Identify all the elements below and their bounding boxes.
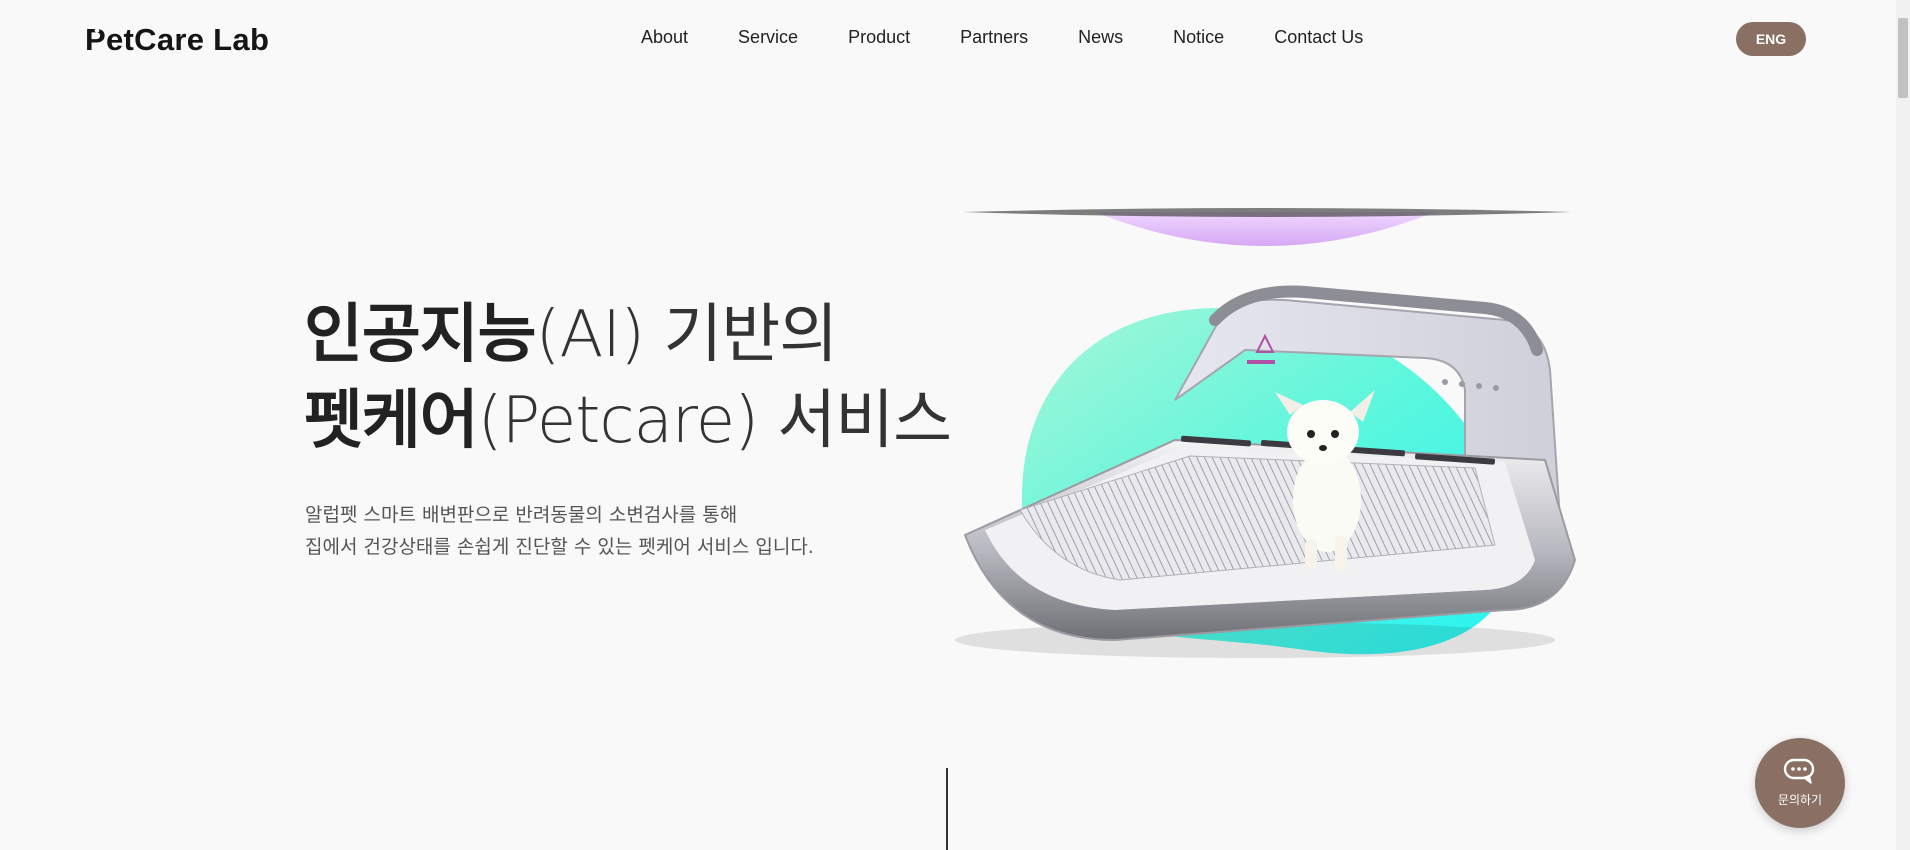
hero-description-line1: 알럽펫 스마트 배변판으로 반려동물의 소변검사를 통해 [305,504,738,526]
headline-line1-light: (AI) 기반의 [535,298,839,372]
scrollbar-thumb[interactable] [1898,18,1908,98]
hero-description: 알럽펫 스마트 배변판으로 반려동물의 소변검사를 통해 집에서 건강상태를 손… [305,499,814,563]
chat-inquiry-button[interactable]: 문의하기 [1755,738,1845,828]
section-divider-line [946,768,948,850]
paw-icon [92,24,102,33]
nav-notice[interactable]: Notice [1173,27,1224,48]
nav-about[interactable]: About [641,27,688,48]
product-illustration [955,208,1577,658]
headline-line2-light: (Petcare) 서비스 [477,384,952,458]
nav-partners[interactable]: Partners [960,27,1028,48]
headline-line2-bold: 펫케어 [304,384,479,458]
logo[interactable]: PetCare Lab [85,20,269,60]
nav-news[interactable]: News [1078,27,1123,48]
chat-button-label: 문의하기 [1777,793,1823,807]
main-nav: About Service Product Partners News Noti… [641,27,1363,48]
hero-headline: 인공지능(AI) 기반의 펫케어(Petcare) 서비스 [304,292,952,464]
nav-product[interactable]: Product [848,27,910,48]
language-toggle-button[interactable]: ENG [1736,22,1806,56]
nav-contact-us[interactable]: Contact Us [1274,27,1363,48]
chat-bubble-icon [1783,758,1815,784]
scrollbar[interactable] [1896,0,1910,850]
hero-description-line2: 집에서 건강상태를 손쉽게 진단할 수 있는 펫케어 서비스 입니다. [305,536,814,558]
headline-line1-bold: 인공지능 [304,298,537,372]
logo-text: PetCare Lab [85,22,270,57]
nav-service[interactable]: Service [738,27,798,48]
